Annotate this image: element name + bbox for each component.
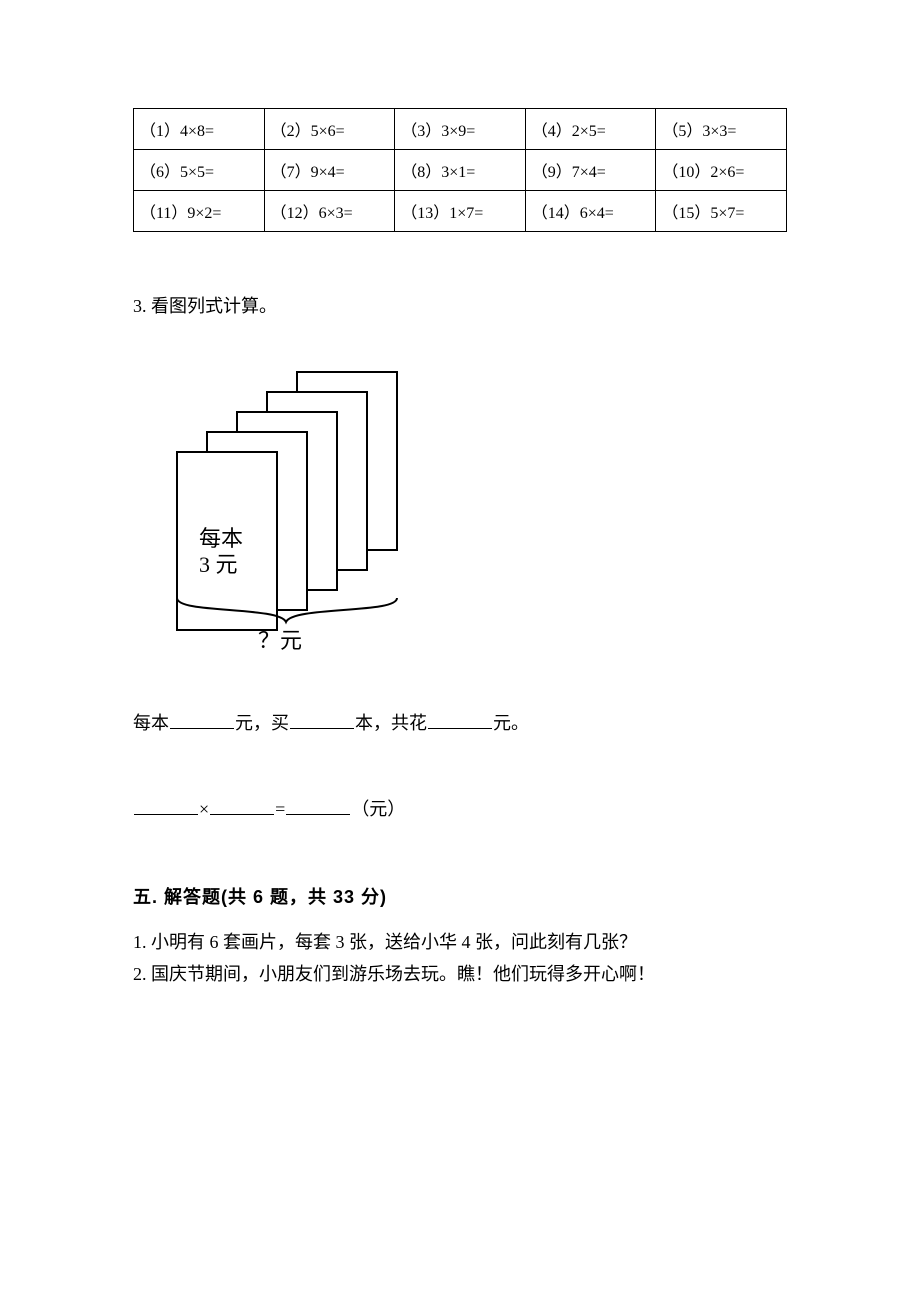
cell: （12）6×3=: [264, 191, 395, 232]
blank: [134, 797, 198, 815]
brace-label: ？元: [258, 628, 302, 653]
blank: [286, 797, 350, 815]
text: 本，共花: [355, 713, 427, 733]
table-row: （11）9×2= （12）6×3= （13）1×7= （14）6×4= （15）…: [134, 191, 787, 232]
cell: （4）2×5=: [525, 109, 656, 150]
q3-title: 3. 看图列式计算。: [133, 292, 787, 318]
blank: [290, 711, 354, 729]
q3-equation: × = （元）: [133, 795, 787, 821]
unit: （元）: [351, 799, 405, 819]
cell: （15）5×7=: [656, 191, 787, 232]
word-problems: 1. 小明有 6 套画片，每套 3 张，送给小华 4 张，问此刻有几张？ 2. …: [133, 927, 787, 990]
book-label-line1: 每本: [199, 526, 243, 551]
cell: （3）3×9=: [395, 109, 526, 150]
cell: （7）9×4=: [264, 150, 395, 191]
cell: （9）7×4=: [525, 150, 656, 191]
text: 元，买: [235, 713, 289, 733]
blank: [428, 711, 492, 729]
page-content: （1）4×8= （2）5×6= （3）3×9= （4）2×5= （5）3×3= …: [0, 0, 920, 990]
cell: （6）5×5=: [134, 150, 265, 191]
problem-2: 2. 国庆节期间，小朋友们到游乐场去玩。瞧！他们玩得多开心啊！: [133, 959, 787, 991]
cell: （10）2×6=: [656, 150, 787, 191]
cell: （14）6×4=: [525, 191, 656, 232]
cell: （5）3×3=: [656, 109, 787, 150]
text: 每本: [133, 713, 169, 733]
blank: [170, 711, 234, 729]
multiplication-table: （1）4×8= （2）5×6= （3）3×9= （4）2×5= （5）3×3= …: [133, 108, 787, 232]
cell: （8）3×1=: [395, 150, 526, 191]
times-symbol: ×: [199, 799, 209, 819]
problem-1: 1. 小明有 6 套画片，每套 3 张，送给小华 4 张，问此刻有几张？: [133, 927, 787, 959]
cell: （1）4×8=: [134, 109, 265, 150]
cell: （2）5×6=: [264, 109, 395, 150]
q3-fill-sentence: 每本 元，买 本，共花 元。: [133, 709, 787, 735]
cell: （11）9×2=: [134, 191, 265, 232]
books-figure: 每本 3 元 ？元: [155, 366, 787, 661]
equals-symbol: =: [275, 799, 285, 819]
text: 元。: [493, 713, 529, 733]
books-svg: 每本 3 元 ？元: [155, 366, 415, 656]
table-row: （6）5×5= （7）9×4= （8）3×1= （9）7×4= （10）2×6=: [134, 150, 787, 191]
section-5-heading: 五. 解答题(共 6 题，共 33 分): [133, 883, 787, 909]
blank: [210, 797, 274, 815]
cell: （13）1×7=: [395, 191, 526, 232]
table-row: （1）4×8= （2）5×6= （3）3×9= （4）2×5= （5）3×3=: [134, 109, 787, 150]
book-label-line2: 3 元: [199, 552, 238, 577]
